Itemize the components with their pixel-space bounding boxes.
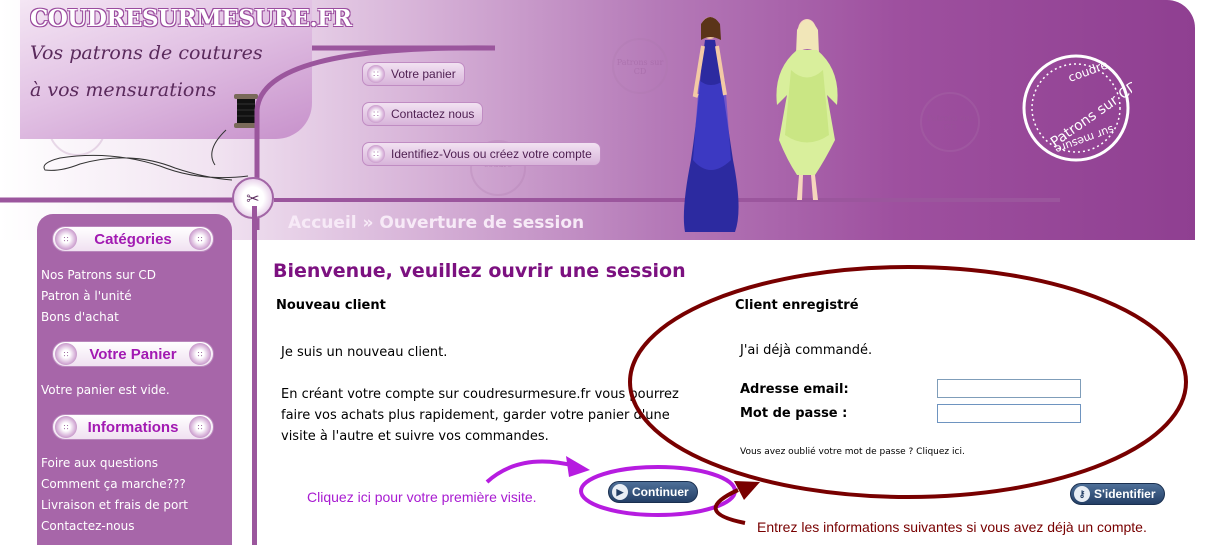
badge-text-top: coudre <box>1066 58 1110 85</box>
registered-client-title: Client enregistré <box>735 298 859 313</box>
login-button-label: S'identifier <box>1094 487 1156 501</box>
password-label: Mot de passe : <box>740 406 848 421</box>
info-box-header: ∷ Informations ∷ <box>52 414 214 440</box>
password-input[interactable] <box>937 404 1081 423</box>
button-ring-icon: ∷ <box>55 416 77 438</box>
new-client-title: Nouveau client <box>276 298 386 313</box>
new-client-desc-2: faire vos achats plus rapidement, garder… <box>281 408 670 423</box>
play-icon: ▶ <box>612 484 628 500</box>
page-title: Bienvenue, veuillez ouvrir une session <box>273 260 686 282</box>
categories-box-header: ∷ Catégories ∷ <box>52 226 214 252</box>
nav-login-label: Identifiez-Vous ou créez votre compte <box>391 147 592 161</box>
logo-tagline-1: Vos patrons de coutures <box>30 42 263 64</box>
nav-cart-button[interactable]: ∷ Votre panier <box>362 62 465 86</box>
cart-box-header: ∷ Votre Panier ∷ <box>52 341 214 367</box>
continue-button-label: Continuer <box>632 485 689 499</box>
button-ring-icon: ∷ <box>55 228 77 250</box>
breadcrumb: Accueil » Ouverture de session <box>288 213 585 233</box>
new-client-desc-3: visite à l'autre et suivre vos commandes… <box>281 429 549 444</box>
left-sidebar: ∷ Catégories ∷ Nos Patrons sur CD Patron… <box>37 214 232 545</box>
button-icon: ∷ <box>367 65 385 83</box>
nav-login-button[interactable]: ∷ Identifiez-Vous ou créez votre compte <box>362 142 601 166</box>
cart-empty-text: Votre panier est vide. <box>41 383 170 397</box>
info-box-title: Informations <box>87 418 179 436</box>
watermark-text: Patrons sur CD <box>926 114 974 132</box>
continue-button[interactable]: ▶ Continuer <box>608 481 698 503</box>
button-ring-icon: ∷ <box>189 416 211 438</box>
nav-cart-label: Votre panier <box>391 67 456 81</box>
first-visit-note: Cliquez ici pour votre première visite. <box>307 489 537 505</box>
page: Patrons sur CD Patrons sur CD Patrons su… <box>0 0 1210 545</box>
login-button[interactable]: ⚷ S'identifier <box>1070 483 1165 505</box>
thread-spool-icon <box>234 94 258 128</box>
email-input[interactable] <box>937 379 1081 398</box>
logo-tagline-2: à vos mensurations <box>30 79 217 101</box>
nav-contact-label: Contactez nous <box>391 107 475 121</box>
registered-client-intro: J'ai déjà commandé. <box>740 343 873 358</box>
sidebar-link-contact[interactable]: Contactez-nous <box>41 519 135 533</box>
patrons-sur-cd-badge: coudre Patrons sur CD sur mesure <box>1022 54 1132 162</box>
purple-arrow <box>485 459 576 484</box>
button-ring-icon: ∷ <box>55 343 77 365</box>
sidebar-link-shipping[interactable]: Livraison et frais de port <box>41 498 188 512</box>
content-divider <box>252 206 257 545</box>
cart-box-title: Votre Panier <box>89 345 177 363</box>
button-icon: ∷ <box>367 105 385 123</box>
registered-highlight-ellipse <box>628 265 1188 499</box>
sidebar-link-patrons-cd[interactable]: Nos Patrons sur CD <box>41 268 156 282</box>
logo-panel[interactable]: COUDRESURMESURE.FR Vos patrons de coutur… <box>20 0 352 139</box>
site-logo-title[interactable]: COUDRESURMESURE.FR <box>30 5 352 32</box>
sidebar-link-how-it-works[interactable]: Comment ça marche??? <box>41 477 186 491</box>
nav-contact-button[interactable]: ∷ Contactez nous <box>362 102 484 126</box>
maroon-arrow <box>713 488 746 525</box>
purple-arrowhead <box>566 456 590 477</box>
maroon-arrowhead <box>734 481 760 500</box>
have-account-note: Entrez les informations suivantes si vou… <box>757 519 1147 535</box>
button-icon: ∷ <box>367 145 385 163</box>
email-label: Adresse email: <box>740 382 849 397</box>
sidebar-link-faq[interactable]: Foire aux questions <box>41 456 158 470</box>
button-ring-icon: ∷ <box>188 343 211 365</box>
watermark-stamp: Patrons sur CD <box>612 38 668 94</box>
fashion-models-illustration <box>683 17 838 232</box>
new-client-desc-1: En créant votre compte sur coudresurmesu… <box>281 387 679 402</box>
new-client-intro: Je suis un nouveau client. <box>281 345 448 360</box>
watermark-stamp: Patrons sur CD <box>920 92 980 152</box>
forgot-password-link[interactable]: Vous avez oublié votre mot de passe ? Cl… <box>740 447 965 457</box>
sidebar-link-bons-achat[interactable]: Bons d'achat <box>41 310 119 324</box>
categories-title: Catégories <box>94 230 172 248</box>
sidebar-link-patron-unite[interactable]: Patron à l'unité <box>41 289 132 303</box>
watermark-text: Patrons sur CD <box>616 58 664 76</box>
key-icon: ⚷ <box>1074 486 1090 502</box>
button-ring-icon: ∷ <box>189 228 211 250</box>
